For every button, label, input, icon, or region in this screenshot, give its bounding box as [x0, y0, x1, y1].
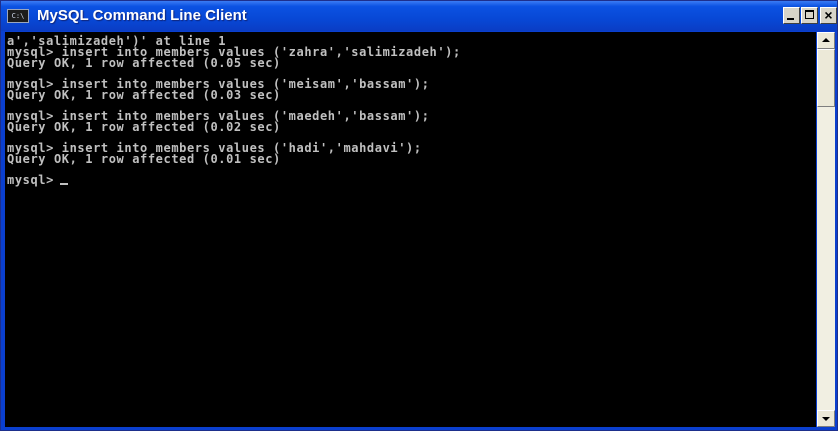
vertical-scrollbar[interactable]: [817, 32, 835, 427]
console-lines: a','salimizadeh')' at line 1 mysql> inse…: [7, 34, 461, 187]
mysql-prompt: mysql>: [7, 173, 54, 187]
console-output[interactable]: a','salimizadeh')' at line 1 mysql> inse…: [5, 32, 816, 427]
console-app-icon[interactable]: C:\: [7, 9, 29, 23]
console-line: mysql> insert into members values ('zahr…: [7, 45, 461, 59]
maximize-button[interactable]: [801, 7, 818, 24]
console-line: a','salimizadeh')' at line 1: [7, 34, 227, 48]
console-line: mysql> insert into members values ('meis…: [7, 77, 430, 91]
scroll-up-arrow-icon[interactable]: [817, 32, 835, 49]
scroll-down-arrow-icon[interactable]: [817, 410, 835, 427]
window-title: MySQL Command Line Client: [37, 7, 247, 24]
title-bar[interactable]: C:\ MySQL Command Line Client ×: [1, 1, 837, 31]
console-line: mysql> insert into members values ('hadi…: [7, 141, 422, 155]
text-cursor: [59, 183, 68, 185]
close-icon: ×: [824, 7, 833, 23]
mysql-console-window: C:\ MySQL Command Line Client × a','sali…: [0, 0, 838, 431]
minimize-icon: [787, 18, 794, 20]
maximize-icon: [805, 10, 814, 19]
close-button[interactable]: ×: [820, 7, 837, 24]
minimize-button[interactable]: [783, 7, 800, 24]
scrollbar-thumb[interactable]: [817, 49, 835, 107]
console-prompt-line[interactable]: mysql>: [7, 173, 461, 187]
console-line: mysql> insert into members values ('maed…: [7, 109, 430, 123]
